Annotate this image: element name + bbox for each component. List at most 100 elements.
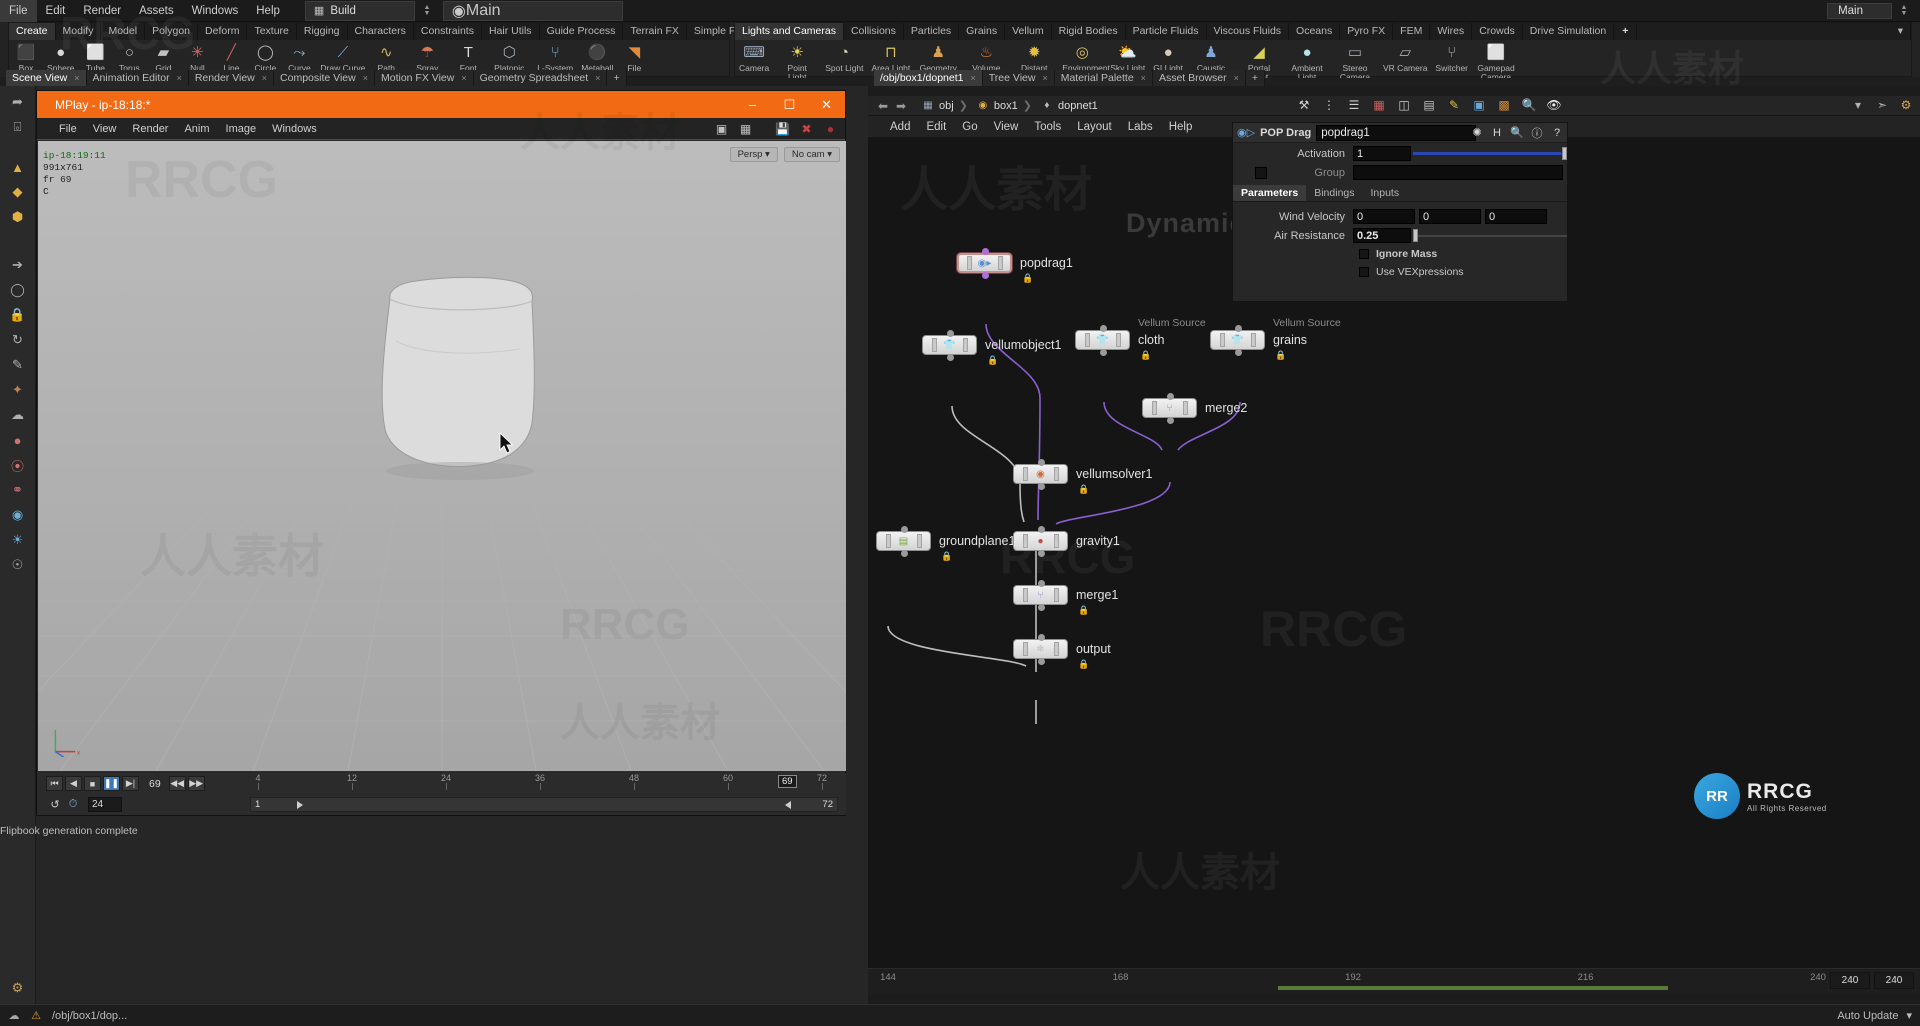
back-arrow-icon[interactable]: ⬅ — [874, 97, 892, 115]
node-output-port[interactable] — [900, 550, 908, 557]
node-flag-left[interactable] — [1219, 333, 1225, 347]
shelf-item-line[interactable]: ╱ Line — [214, 42, 248, 73]
timeline-field-left[interactable]: 240 — [1830, 972, 1870, 989]
pane-tab-motion-fx-view[interactable]: Motion FX View × — [375, 70, 474, 86]
shelf-tab-constraints[interactable]: Constraints — [414, 23, 482, 40]
fx-shelf-item-vr-camera[interactable]: ▱ VR Camera — [1379, 42, 1431, 73]
close-icon[interactable]: × — [971, 70, 976, 86]
menu-assets[interactable]: Assets — [130, 0, 183, 22]
node-flag-right[interactable] — [997, 256, 1003, 270]
shelf-item-tube[interactable]: ⬜ Tube — [78, 42, 112, 73]
smooth-icon[interactable]: ☁ — [6, 403, 30, 427]
stop-button[interactable]: ■ — [84, 776, 101, 791]
node-output[interactable]: ❄ — [1013, 639, 1068, 659]
node-flag-right[interactable] — [1053, 642, 1059, 656]
path-expand-icon[interactable]: ▾ — [1850, 97, 1866, 113]
node-output-port[interactable] — [1037, 550, 1045, 557]
node-lock-icon[interactable]: 🔒 — [1275, 350, 1286, 361]
node-lock-icon[interactable]: 🔒 — [1022, 273, 1033, 284]
close-icon[interactable]: × — [595, 70, 600, 86]
node-vellumobject1[interactable]: 👕 — [922, 335, 977, 355]
play-reverse-button[interactable]: ◀ — [65, 776, 82, 791]
magnet-icon[interactable]: ⚭ — [6, 478, 30, 502]
breadcrumb-item-dopnet1[interactable]: ♦ dopnet1 — [1040, 99, 1097, 113]
menu-help[interactable]: Help — [247, 0, 289, 22]
node-input-port[interactable] — [1234, 325, 1242, 332]
net-pane-tab-asset-browser[interactable]: Asset Browser × — [1152, 70, 1246, 86]
activation-field[interactable]: 1 — [1353, 146, 1411, 161]
shelf-item-grid[interactable]: ▰ Grid — [146, 42, 180, 73]
node-lock-icon[interactable]: 🔒 — [1078, 659, 1089, 670]
fx-shelf-item-gamepad-camera[interactable]: ⬜ Gamepad Camera — [1472, 42, 1520, 79]
node-input-port[interactable] — [900, 526, 908, 533]
node-flag-left[interactable] — [1084, 333, 1090, 347]
use-vexpressions-checkbox[interactable] — [1359, 267, 1369, 277]
deform-icon[interactable]: ⦿ — [6, 453, 30, 477]
net-menu-labs[interactable]: Labs — [1120, 116, 1161, 138]
node-flag-left[interactable] — [966, 256, 972, 270]
shelf-item-curve[interactable]: ⤳ Curve — [282, 42, 316, 73]
fx-shelf-tab-lights-and-cameras[interactable]: Lights and Cameras — [735, 23, 844, 40]
step-back-button[interactable]: ◀◀ — [168, 776, 186, 791]
shelf-tab-guide-process[interactable]: Guide Process — [540, 23, 624, 40]
node-output-port[interactable] — [1234, 349, 1242, 356]
shade-icon[interactable]: ◉ — [6, 503, 30, 527]
tab-parameters[interactable]: Parameters — [1233, 185, 1307, 201]
mplay-menu-windows[interactable]: Windows — [264, 118, 325, 140]
node-flag-right[interactable] — [1053, 534, 1059, 548]
warning-icon[interactable]: ⚠ — [28, 1008, 44, 1024]
network-settings-icon[interactable]: ⚙ — [1898, 97, 1914, 113]
pane-tab-composite-view[interactable]: Composite View × — [274, 70, 375, 86]
node-lock-icon[interactable]: 🔒 — [987, 355, 998, 366]
fx-shelf-tab-overflow[interactable]: ▾ — [1891, 23, 1911, 40]
pin-icon[interactable]: ➣ — [1874, 97, 1890, 113]
mplay-menu-view[interactable]: View — [85, 118, 125, 140]
wind-velocity-x[interactable]: 0 — [1353, 209, 1415, 224]
desktop-selector[interactable]: ▦ Build — [304, 0, 415, 21]
shelf-item-sphere[interactable]: ● Sphere — [43, 42, 78, 73]
viewport-camera-selector[interactable]: No cam ▾ — [783, 147, 840, 162]
material-icon[interactable]: ☀ — [6, 528, 30, 552]
desktop-stepper[interactable]: ▲ ▼ — [421, 2, 433, 20]
fx-shelf-tab-rigid-bodies[interactable]: Rigid Bodies — [1052, 23, 1126, 40]
info-icon[interactable]: ⓘ — [1530, 125, 1544, 140]
shelf-item-path[interactable]: ∿ Path — [369, 42, 403, 73]
compare-icon[interactable]: ▦ — [737, 120, 754, 137]
main-right-stepper[interactable]: ▲ ▼ — [1898, 2, 1910, 20]
shelf-item-circle[interactable]: ◯ Circle — [248, 42, 282, 73]
net-menu-tools[interactable]: Tools — [1026, 116, 1069, 138]
node-input-port[interactable] — [1166, 393, 1174, 400]
shelf-tab-hair-utils[interactable]: Hair Utils — [482, 23, 540, 40]
timeline-field-right[interactable]: 240 — [1874, 972, 1914, 989]
node-vellumsolver1[interactable]: ◉ — [1013, 464, 1068, 484]
range-right-handle[interactable] — [785, 801, 791, 809]
node-input-port[interactable] — [1037, 634, 1045, 641]
network-timeline-ruler[interactable]: 144 168 192 216 240 — [868, 969, 1920, 995]
crop-icon[interactable]: ▣ — [713, 120, 730, 137]
close-icon[interactable]: × — [1141, 70, 1146, 86]
fx-shelf-tab-vellum[interactable]: Vellum — [1005, 23, 1052, 40]
node-grains[interactable]: 👕 — [1210, 330, 1265, 350]
fx-shelf-tab-particle-fluids[interactable]: Particle Fluids — [1126, 23, 1207, 40]
mplay-menu-file[interactable]: File — [51, 118, 85, 140]
node-groundplane1[interactable]: ▤ — [876, 531, 931, 551]
shelf-tab-characters[interactable]: Characters — [348, 23, 414, 40]
close-icon[interactable]: × — [461, 70, 466, 86]
node-lock-icon[interactable]: 🔒 — [941, 551, 952, 562]
step-forward-button[interactable]: ▶▶ — [187, 776, 205, 791]
node-merge1[interactable]: ⑂ — [1013, 585, 1068, 605]
pause-button[interactable]: ❚❚ — [103, 776, 120, 791]
fx-shelf-item-area-light[interactable]: ⊓ Area Light — [868, 42, 915, 73]
shelf-tab-polygon[interactable]: Polygon — [145, 23, 199, 40]
node-input-port[interactable] — [981, 248, 989, 255]
node-output-port[interactable] — [1166, 417, 1174, 424]
mplay-title-bar[interactable]: MPlay - ip-18:18:* – ☐ ✕ — [37, 91, 845, 118]
fx-shelf-tab-crowds[interactable]: Crowds — [1472, 23, 1523, 40]
lasso-tool-icon[interactable]: ◯ — [6, 278, 30, 302]
air-resistance-field[interactable]: 0.25 — [1353, 228, 1411, 243]
shelf-tab-terrain-fx[interactable]: Terrain FX — [623, 23, 687, 40]
node-flag-left[interactable] — [1022, 534, 1028, 548]
help-icon[interactable]: ? — [1550, 125, 1564, 140]
node-flag-left[interactable] — [1022, 642, 1028, 656]
menu-windows[interactable]: Windows — [183, 0, 248, 22]
